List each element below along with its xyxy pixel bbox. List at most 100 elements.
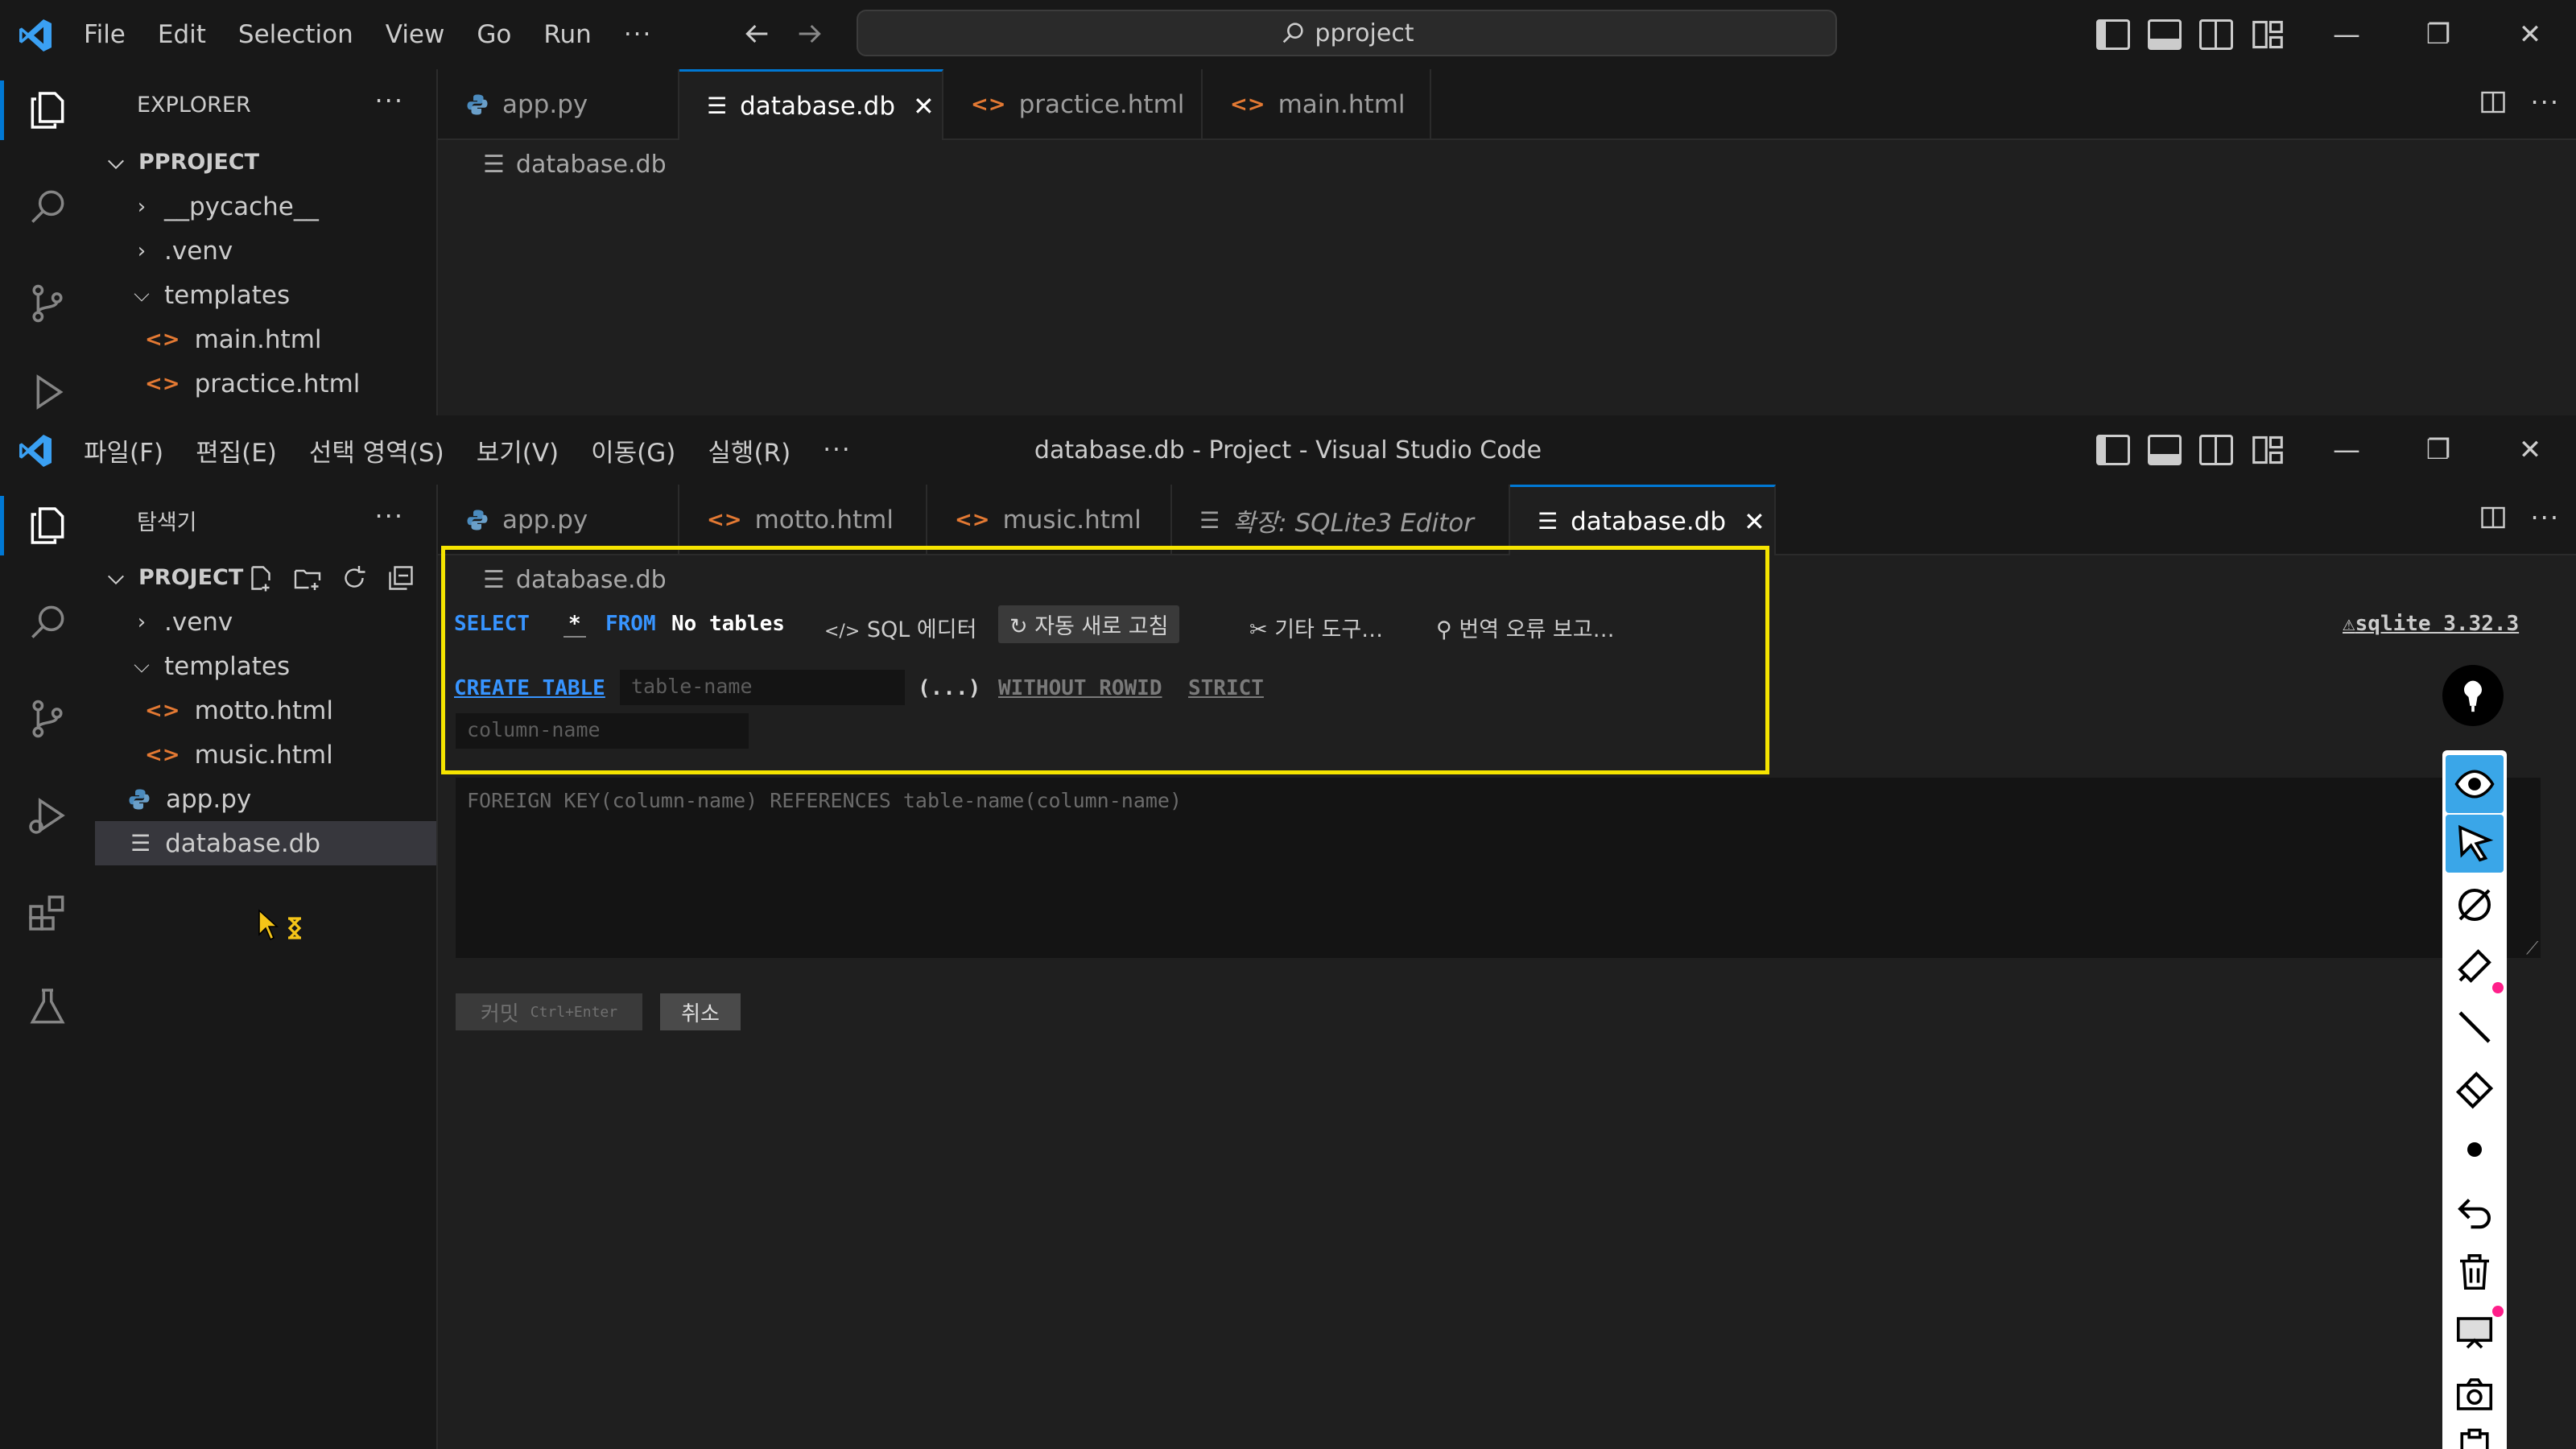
- split-editor-icon[interactable]: [2479, 503, 2508, 532]
- menu-file[interactable]: File: [84, 20, 126, 49]
- annotation-eraser-tool[interactable]: [2446, 1059, 2504, 1117]
- tab-app-py[interactable]: app.py: [438, 485, 679, 555]
- strict-toggle[interactable]: STRICT: [1188, 676, 1264, 700]
- restore-icon[interactable]: ❐: [2392, 0, 2484, 69]
- cancel-button[interactable]: 취소: [660, 993, 741, 1030]
- menu-edit[interactable]: 편집(E): [196, 432, 277, 469]
- commit-button[interactable]: 커밋 Ctrl+Enter: [456, 993, 642, 1030]
- tree-item[interactable]: › __pycache__: [95, 184, 436, 229]
- menu-view[interactable]: 보기(V): [477, 432, 559, 469]
- toggle-sidebar-icon[interactable]: [2096, 19, 2130, 50]
- explorer-activity[interactable]: [0, 80, 77, 140]
- explorer-more-actions[interactable]: ···: [374, 501, 404, 531]
- annotation-dot-size[interactable]: [2446, 1121, 2504, 1179]
- menu-run[interactable]: 실행(R): [708, 432, 791, 469]
- tab-app-py[interactable]: app.py: [438, 69, 679, 140]
- annotation-clipboard-tool[interactable]: [2446, 1426, 2504, 1449]
- tab-practice-html[interactable]: <> practice.html: [943, 69, 1203, 140]
- restore-icon[interactable]: ❐: [2392, 415, 2484, 485]
- split-editor-icon[interactable]: [2479, 88, 2508, 117]
- refresh-icon[interactable]: [340, 564, 369, 592]
- other-tools-button[interactable]: ✂ 기타 도구…: [1249, 612, 1383, 643]
- forward-arrow-icon[interactable]: [794, 18, 826, 50]
- menu-selection[interactable]: Selection: [238, 20, 353, 49]
- tree-root-folder[interactable]: ⌵ PROJECT: [95, 555, 436, 600]
- run-debug-activity[interactable]: [18, 362, 77, 415]
- without-rowid-toggle[interactable]: WITHOUT ROWID: [998, 676, 1162, 700]
- search-activity[interactable]: [18, 177, 77, 237]
- create-table-keyword[interactable]: CREATE TABLE: [454, 676, 605, 700]
- sql-editor-button[interactable]: </> SQL 에디터: [824, 612, 976, 643]
- close-window-icon[interactable]: ✕: [2484, 415, 2576, 485]
- back-arrow-icon[interactable]: [741, 18, 773, 50]
- menu-more[interactable]: ···: [823, 436, 852, 464]
- tree-item[interactable]: › .venv: [95, 229, 436, 273]
- run-debug-activity[interactable]: [18, 786, 77, 845]
- tree-item[interactable]: ⌵ templates: [95, 644, 436, 688]
- annotation-pin-button[interactable]: [2442, 665, 2504, 726]
- tab-database-db[interactable]: ☰ database.db ✕: [679, 69, 943, 140]
- annotation-undo-tool[interactable]: [2446, 1182, 2504, 1240]
- table-name-input[interactable]: table-name: [620, 670, 905, 705]
- tree-root-folder[interactable]: ⌵ PPROJECT: [95, 140, 436, 184]
- tab-database-db[interactable]: ☰ database.db ✕: [1510, 485, 1776, 555]
- toggle-sidebar-icon[interactable]: [2096, 435, 2130, 465]
- column-name-input[interactable]: column-name: [456, 713, 749, 749]
- annotation-line-tool[interactable]: [2446, 998, 2504, 1056]
- columns-toggle[interactable]: (...): [918, 676, 980, 700]
- annotation-view-tool[interactable]: [2446, 755, 2504, 813]
- close-tab-icon[interactable]: ✕: [1744, 506, 1765, 537]
- close-tab-icon[interactable]: ✕: [913, 91, 935, 122]
- menu-go[interactable]: Go: [477, 20, 511, 49]
- source-control-activity[interactable]: [18, 689, 77, 749]
- toggle-secondary-sidebar-icon[interactable]: [2199, 435, 2233, 465]
- source-control-activity[interactable]: [18, 274, 77, 333]
- tree-item[interactable]: › .venv: [95, 600, 436, 644]
- annotation-select-tool[interactable]: [2446, 815, 2504, 873]
- menu-edit[interactable]: Edit: [158, 20, 206, 49]
- menu-go[interactable]: 이동(G): [591, 432, 675, 469]
- command-center-search[interactable]: pproject: [857, 10, 1837, 56]
- annotation-pen-off-tool[interactable]: [2446, 876, 2504, 934]
- minimize-icon[interactable]: —: [2301, 415, 2392, 485]
- foreign-key-textarea[interactable]: FOREIGN KEY(column-name) REFERENCES tabl…: [456, 778, 2541, 958]
- report-translation-button[interactable]: ⚲ 번역 오류 보고…: [1436, 612, 1615, 643]
- tree-item[interactable]: <> music.html: [95, 733, 436, 777]
- tree-item[interactable]: <> practice.html: [95, 361, 436, 406]
- auto-refresh-button[interactable]: ↻ 자동 새로 고침: [998, 605, 1180, 643]
- new-folder-icon[interactable]: [293, 564, 322, 592]
- menu-more[interactable]: ···: [624, 20, 653, 49]
- menu-selection[interactable]: 선택 영역(S): [309, 432, 444, 469]
- tab-main-html[interactable]: <> main.html: [1203, 69, 1431, 140]
- toggle-secondary-sidebar-icon[interactable]: [2199, 19, 2233, 50]
- menu-view[interactable]: View: [386, 20, 445, 49]
- toggle-panel-icon[interactable]: [2148, 435, 2182, 465]
- toggle-panel-icon[interactable]: [2148, 19, 2182, 50]
- tree-item[interactable]: <> motto.html: [95, 688, 436, 733]
- annotation-board-tool[interactable]: [2446, 1304, 2504, 1362]
- testing-activity[interactable]: [18, 977, 77, 1037]
- annotation-screenshot-tool[interactable]: [2446, 1365, 2504, 1423]
- tree-item-selected[interactable]: ☰ database.db: [95, 821, 436, 865]
- close-window-icon[interactable]: ✕: [2484, 0, 2576, 69]
- breadcrumb-item[interactable]: database.db: [516, 566, 667, 594]
- tab-music-html[interactable]: <> music.html: [927, 485, 1172, 555]
- new-file-icon[interactable]: [246, 564, 275, 592]
- tree-item[interactable]: ⌵ templates: [95, 273, 436, 317]
- extensions-activity[interactable]: [18, 882, 77, 942]
- annotation-delete-tool[interactable]: [2446, 1243, 2504, 1301]
- select-columns[interactable]: *: [564, 612, 586, 638]
- more-actions-icon[interactable]: ···: [2530, 87, 2560, 118]
- customize-layout-icon[interactable]: [2251, 19, 2285, 50]
- tab-sqlite-extension[interactable]: ☰ 확장: SQLite3 Editor: [1172, 485, 1510, 555]
- sqlite-version-link[interactable]: ⚠sqlite 3.32.3: [2343, 612, 2519, 636]
- explorer-activity[interactable]: [0, 496, 77, 555]
- more-actions-icon[interactable]: ···: [2530, 502, 2560, 533]
- annotation-marker-tool[interactable]: [2446, 937, 2504, 995]
- menu-run[interactable]: Run: [543, 20, 591, 49]
- tab-motto-html[interactable]: <> motto.html: [679, 485, 927, 555]
- tree-item[interactable]: app.py: [95, 777, 436, 821]
- menu-file[interactable]: 파일(F): [84, 432, 163, 469]
- tree-item[interactable]: <> main.html: [95, 317, 436, 361]
- explorer-more-actions[interactable]: ···: [374, 85, 404, 116]
